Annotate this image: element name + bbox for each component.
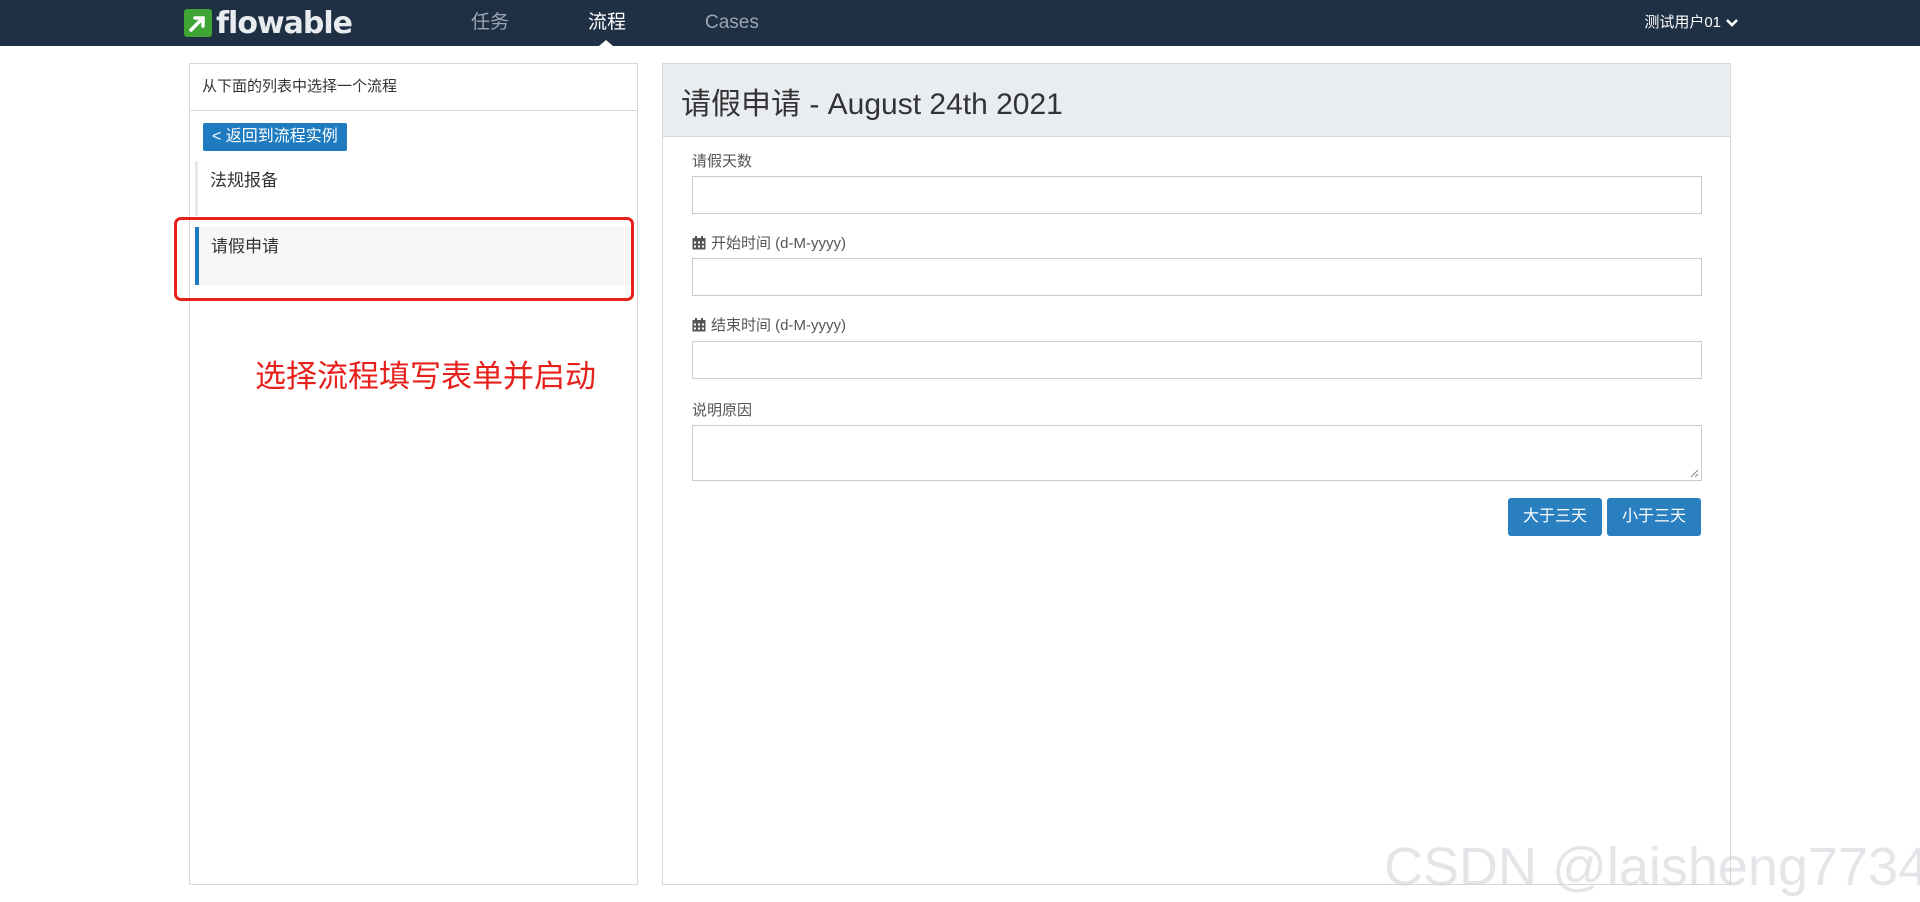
- nav-tab-cases[interactable]: Cases: [705, 0, 759, 46]
- more-than-three-days-button[interactable]: 大于三天: [1508, 498, 1602, 536]
- flowable-logo[interactable]: flowable: [184, 5, 353, 41]
- start-date-label-text: 开始时间 (d-M-yyyy): [711, 235, 846, 252]
- process-list-header: 从下面的列表中选择一个流程: [190, 64, 637, 111]
- process-list-panel: 从下面的列表中选择一个流程 < 返回到流程实例 法规报备 请假申请 选择流程填写…: [174, 63, 638, 885]
- resize-grip-icon[interactable]: [1689, 468, 1699, 478]
- csdn-watermark: CSDN @laisheng7734: [1384, 837, 1920, 897]
- form-title: 请假申请 - August 24th 2021: [681, 88, 1063, 121]
- process-item-regulation[interactable]: 法规报备: [195, 161, 631, 216]
- leave-days-label: 请假天数: [692, 150, 752, 171]
- process-item-label: 法规报备: [210, 171, 278, 190]
- reason-label: 说明原因: [692, 399, 752, 420]
- start-form-panel: 请假申请 - August 24th 2021 请假天数 开始时间 (d-M-y…: [662, 63, 1731, 885]
- annotation-highlight-box: [174, 217, 634, 301]
- end-date-label-text: 结束时间 (d-M-yyyy): [711, 317, 846, 334]
- end-date-label: 结束时间 (d-M-yyyy): [692, 314, 846, 335]
- calendar-icon: [692, 235, 706, 249]
- start-date-label: 开始时间 (d-M-yyyy): [692, 232, 846, 253]
- start-date-input[interactable]: [692, 258, 1702, 296]
- top-navbar: flowable 任务 流程 Cases 测试用户01: [0, 0, 1920, 46]
- reason-textarea[interactable]: [692, 425, 1702, 481]
- flowable-logo-icon: [184, 9, 212, 37]
- reason-label-text: 说明原因: [692, 402, 753, 419]
- logo-text: flowable: [216, 5, 353, 41]
- active-tab-caret: [599, 40, 613, 46]
- back-to-instances-button[interactable]: < 返回到流程实例: [203, 123, 347, 151]
- end-date-input[interactable]: [692, 341, 1702, 379]
- user-menu[interactable]: 测试用户01: [1644, 0, 1739, 46]
- less-than-three-days-button[interactable]: 小于三天: [1607, 498, 1701, 536]
- annotation-text: 选择流程填写表单并启动: [255, 359, 596, 394]
- leave-days-input[interactable]: [692, 176, 1702, 214]
- form-header: 请假申请 - August 24th 2021: [663, 64, 1730, 137]
- nav-tab-tasks[interactable]: 任务: [471, 0, 509, 46]
- calendar-icon: [692, 317, 706, 331]
- leave-days-label-text: 请假天数: [692, 153, 753, 170]
- user-name: 测试用户01: [1644, 14, 1721, 31]
- chevron-down-icon: [1726, 19, 1738, 27]
